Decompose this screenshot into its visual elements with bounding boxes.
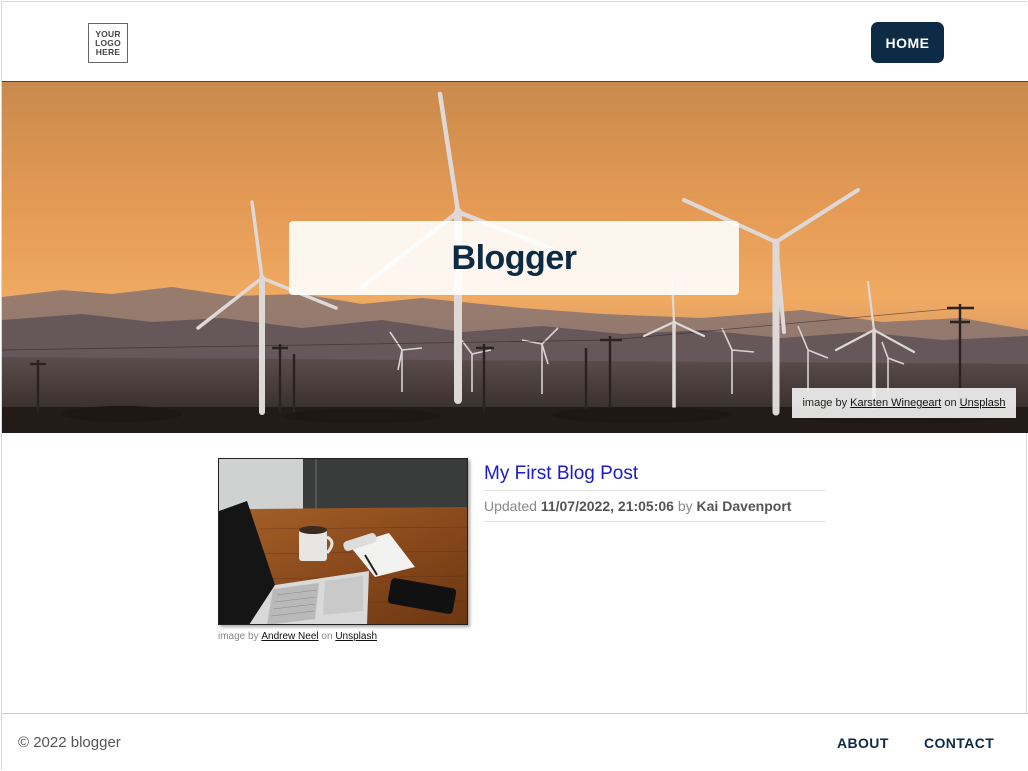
hero-banner: Blogger image by Karsten Winegeart on Un… — [2, 82, 1028, 433]
footer-link-contact[interactable]: CONTACT — [924, 735, 994, 751]
logo-line-3: HERE — [95, 46, 121, 57]
hero-title-box: Blogger — [289, 221, 739, 295]
post-author: Kai Davenport — [696, 498, 792, 514]
page-frame: YOUR LOGO HERE HOME Blogger image by Kar… — [1, 1, 1028, 771]
site-footer: © 2022 blogger ABOUT CONTACT — [2, 713, 1028, 771]
post-divider-bottom — [484, 521, 826, 522]
hero-credit-prefix: image by — [802, 397, 848, 409]
hero-image-credit: image by Karsten Winegeart on Unsplash — [792, 388, 1016, 418]
logo[interactable]: YOUR LOGO HERE — [88, 23, 128, 63]
post-date: 11/07/2022, 21:05:06 — [540, 498, 674, 514]
post-by-label: by — [677, 498, 693, 514]
site-header: YOUR LOGO HERE HOME — [2, 2, 1028, 82]
hero-credit-middle: on — [944, 397, 957, 409]
footer-link-about[interactable]: ABOUT — [837, 735, 889, 751]
post-image-credit: image by Andrew Neel on Unsplash — [218, 631, 377, 642]
post-credit-middle: on — [321, 631, 333, 642]
laptop-desk-image — [219, 459, 467, 624]
post-title-link[interactable]: My First Blog Post — [484, 463, 638, 485]
hero-title: Blogger — [451, 238, 577, 277]
post-credit-prefix: image by — [218, 631, 259, 642]
post-thumbnail[interactable] — [218, 458, 468, 625]
copyright-text: © 2022 blogger — [18, 734, 121, 751]
hero-credit-author-link[interactable]: Karsten Winegeart — [850, 397, 941, 409]
home-button[interactable]: HOME — [871, 22, 944, 63]
post-meta: Updated 11/07/2022, 21:05:06 by Kai Dave… — [484, 498, 791, 514]
post-credit-source-link[interactable]: Unsplash — [335, 631, 377, 642]
post-credit-author-link[interactable]: Andrew Neel — [261, 631, 318, 642]
post-divider-top — [484, 490, 826, 491]
hero-credit-source-link[interactable]: Unsplash — [960, 397, 1006, 409]
post-updated-label: Updated — [484, 498, 537, 514]
